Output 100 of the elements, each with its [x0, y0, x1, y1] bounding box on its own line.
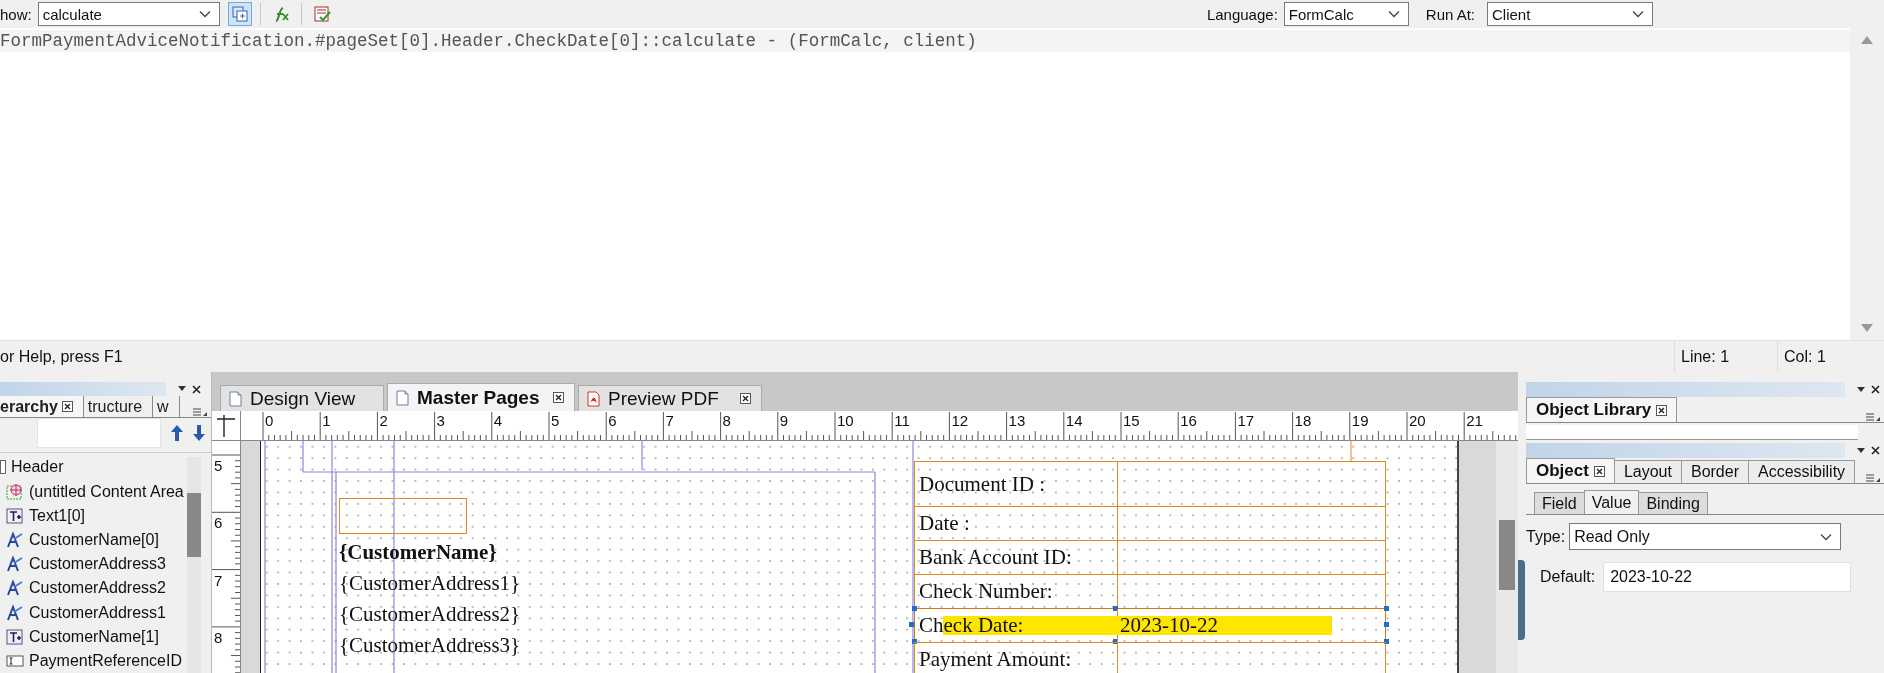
dropdown-icon[interactable]: [178, 386, 186, 392]
chevron-down-icon[interactable]: [1387, 10, 1400, 18]
script-objects-icon: [230, 5, 249, 23]
ruler-label: 21: [1466, 412, 1483, 429]
resize-handle[interactable]: [909, 622, 914, 627]
resize-handle[interactable]: [912, 639, 917, 644]
panel-tab[interactable]: tructure: [87, 396, 154, 417]
document-tab[interactable]: Preview PDF: [578, 385, 762, 411]
type-label: Type:: [1526, 527, 1566, 546]
ruler-label: 13: [1008, 412, 1026, 429]
tree-item[interactable]: CustomerName[1]: [6, 624, 187, 649]
close-icon[interactable]: [1871, 446, 1880, 455]
ruler-label: 19: [1351, 412, 1369, 429]
ruler-label: 0: [265, 412, 274, 429]
panel-tab[interactable]: Object Library: [1526, 397, 1678, 422]
resize-handle[interactable]: [912, 606, 917, 611]
scrollbar[interactable]: [187, 457, 201, 673]
panel-tab[interactable]: Border: [1680, 460, 1749, 483]
close-icon[interactable]: [61, 401, 73, 412]
resize-handle[interactable]: [1384, 606, 1389, 611]
dropdown-icon[interactable]: [1857, 447, 1865, 454]
language-select[interactable]: FormCalc: [1283, 2, 1409, 26]
close-icon[interactable]: [1593, 465, 1605, 477]
ruler-label: 17: [1237, 412, 1255, 429]
tree-item[interactable]: PaymentReferenceID: [6, 648, 187, 673]
tree-item[interactable]: (untitled Content Area: [6, 479, 187, 504]
field-label: Check Number:: [919, 579, 1053, 603]
ruler-label: 14: [1065, 412, 1083, 429]
tree-item[interactable]: CustomerAddress3: [6, 552, 187, 577]
toolbar-button[interactable]: [227, 2, 252, 26]
field-object-icon: [6, 555, 24, 574]
close-icon[interactable]: [1656, 404, 1668, 416]
customer-address-field: {CustomerAddress2}: [339, 599, 521, 630]
search-field[interactable]: [37, 418, 161, 449]
panel-tab[interactable]: Accessibility: [1748, 460, 1856, 483]
field-label: Date :: [919, 511, 970, 535]
check-syntax-icon: [312, 5, 331, 23]
chevron-down-icon[interactable]: [198, 10, 211, 18]
chevron-down-icon[interactable]: [1820, 532, 1833, 541]
panel-menu-icon[interactable]: [1866, 473, 1880, 483]
resize-handle[interactable]: [1384, 622, 1389, 627]
close-icon[interactable]: [192, 384, 201, 394]
type-select[interactable]: Read Only: [1569, 523, 1842, 550]
customer-address-field: {CustomerAddress3}: [339, 630, 521, 661]
ruler-origin-icon[interactable]: [216, 415, 236, 437]
tree-item[interactable]: CustomerName[0]: [6, 527, 187, 553]
tree-item[interactable]: Text1[0]: [6, 503, 187, 528]
tree-item[interactable]: CustomerAddress2: [6, 576, 187, 601]
column-indicator: Col: 1: [1784, 347, 1826, 365]
ruler-label: 1: [322, 412, 331, 429]
field-label: Bank Account ID:: [919, 545, 1072, 569]
ruler-label: 15: [1123, 412, 1140, 429]
text-object-icon: [6, 627, 24, 646]
sub-tab[interactable]: Binding: [1638, 492, 1708, 514]
run-at-select[interactable]: Client: [1487, 2, 1653, 26]
line-indicator: Line: 1: [1681, 347, 1730, 365]
panel-tab[interactable]: erarchy: [0, 396, 84, 417]
customer-name-field: {CustomerName}: [339, 537, 521, 568]
ruler-label: 12: [951, 412, 969, 429]
ruler-label: 2: [379, 412, 388, 429]
field-label: Payment Amount:: [919, 647, 1072, 671]
close-icon[interactable]: [1871, 385, 1880, 394]
field-value: 2023-10-22: [1120, 613, 1218, 637]
ruler-label: 18: [1294, 412, 1312, 429]
default-value-field[interactable]: 2023-10-22: [1603, 562, 1852, 592]
field-label: Document ID :: [919, 472, 1045, 496]
close-icon[interactable]: [740, 393, 751, 404]
ruler-label: 11: [894, 412, 910, 429]
sub-tab[interactable]: Field: [1534, 492, 1585, 514]
panel-menu-icon[interactable]: [193, 407, 207, 417]
panel-tab[interactable]: w: [157, 396, 180, 417]
field-object-icon: [6, 530, 24, 549]
resize-handle[interactable]: [1113, 639, 1118, 644]
ruler-label: 6: [214, 514, 223, 532]
panel-tab[interactable]: Object: [1526, 458, 1615, 483]
tree-item[interactable]: Header: [0, 455, 187, 480]
arrow-up-icon[interactable]: [171, 425, 183, 442]
tree-item[interactable]: CustomerAddress1: [6, 600, 187, 625]
page-icon: [229, 390, 242, 407]
customer-address-field: {CustomerAddress1}: [339, 568, 521, 599]
scrollbar[interactable]: [1496, 441, 1518, 673]
field-object-icon: [6, 603, 24, 622]
chevron-down-icon[interactable]: [1632, 10, 1644, 18]
resize-handle[interactable]: [1384, 639, 1389, 644]
arrow-down-icon[interactable]: [193, 425, 205, 442]
ruler-label: 4: [493, 412, 503, 429]
ruler-label: 10: [837, 412, 854, 429]
ruler-label: 7: [214, 571, 223, 589]
run-at-label: Run At:: [1425, 5, 1475, 23]
dropdown-icon[interactable]: [1857, 386, 1865, 393]
document-tab[interactable]: Design View: [220, 385, 384, 411]
panel-tab[interactable]: Layout: [1613, 460, 1682, 483]
ruler-label: 20: [1409, 412, 1426, 429]
collapse-handle[interactable]: [1518, 560, 1525, 640]
resize-handle[interactable]: [1113, 606, 1118, 611]
language-label: Language:: [1206, 5, 1278, 23]
event-select[interactable]: calculate: [37, 2, 220, 26]
document-tab[interactable]: Master Pages: [387, 383, 575, 411]
close-icon[interactable]: [553, 392, 564, 403]
panel-menu-icon[interactable]: [1866, 412, 1880, 422]
